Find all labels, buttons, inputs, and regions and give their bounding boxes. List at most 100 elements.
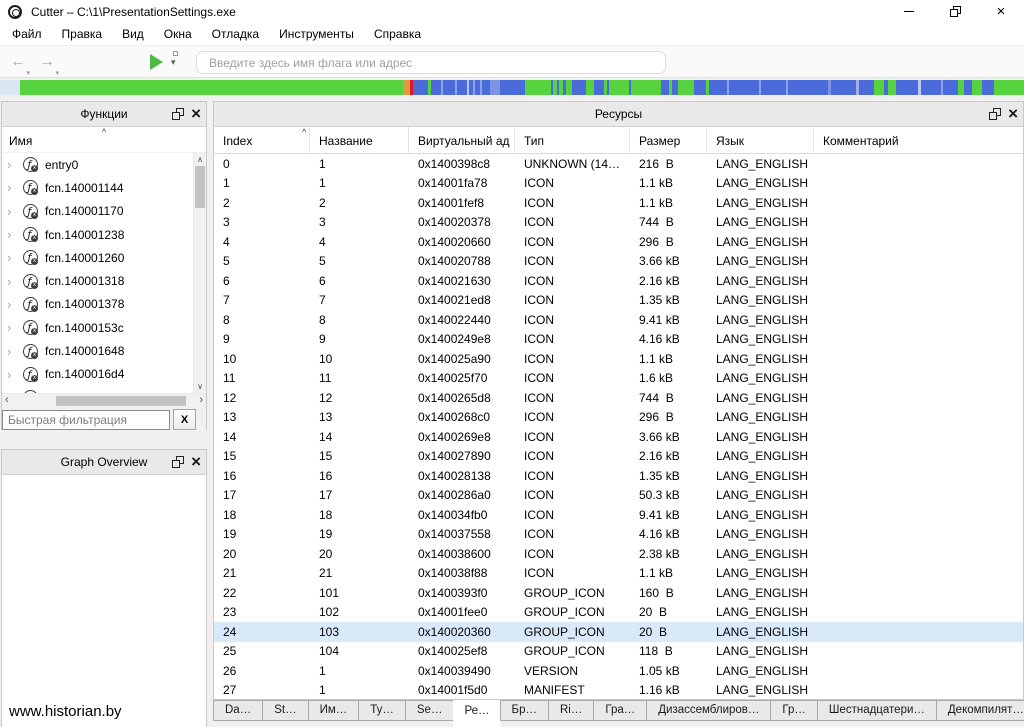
- function-list-item[interactable]: ›ƒxfcn.140001378: [2, 293, 193, 316]
- function-list-item[interactable]: ›ƒxfcn.140001260: [2, 246, 193, 269]
- table-row[interactable]: 2610x140039490VERSION1.05 kBLANG_ENGLISH: [214, 661, 1023, 681]
- column-header-0[interactable]: ^Index: [214, 127, 310, 153]
- table-row[interactable]: 880x140022440ICON9.41 kBLANG_ENGLISH: [214, 310, 1023, 330]
- table-row[interactable]: 231020x14001fee0GROUP_ICON20 BLANG_ENGLI…: [214, 603, 1023, 623]
- menu-item-3[interactable]: Окна: [154, 24, 202, 44]
- scroll-up-icon[interactable]: ∧: [194, 155, 206, 164]
- clear-filter-button[interactable]: X: [173, 409, 196, 430]
- tab-8[interactable]: Гра…: [593, 700, 647, 721]
- tab-6[interactable]: Бр…: [500, 700, 549, 721]
- function-list-item[interactable]: ›ƒxfcn.140001170: [2, 200, 193, 223]
- tab-2[interactable]: Им…: [308, 700, 360, 721]
- table-row[interactable]: 010x1400398c8UNKNOWN (14…216 BLANG_ENGLI…: [214, 154, 1023, 174]
- table-row[interactable]: 221010x1400393f0GROUP_ICON160 BLANG_ENGL…: [214, 583, 1023, 603]
- function-list-item[interactable]: ›ƒxfcn.140001238: [2, 223, 193, 246]
- table-row[interactable]: 770x140021ed8ICON1.35 kBLANG_ENGLISH: [214, 291, 1023, 311]
- float-panel-icon[interactable]: [989, 108, 1001, 120]
- vertical-scroll-thumb[interactable]: [195, 166, 205, 208]
- chevron-right-icon[interactable]: ›: [7, 181, 21, 194]
- close-panel-icon[interactable]: ×: [191, 454, 201, 470]
- functions-name-column-header[interactable]: ^ Имя: [2, 127, 206, 153]
- table-row-selected[interactable]: 241030x140020360GROUP_ICON20 BLANG_ENGLI…: [214, 622, 1023, 642]
- flag-address-search-input[interactable]: [196, 51, 666, 74]
- function-list-item[interactable]: ›ƒxfcn.14000153c: [2, 316, 193, 339]
- float-panel-icon[interactable]: [172, 108, 184, 120]
- chevron-right-icon[interactable]: ›: [7, 158, 21, 171]
- table-row[interactable]: 18180x140034fb0ICON9.41 kBLANG_ENGLISH: [214, 505, 1023, 525]
- table-row[interactable]: 17170x1400286a0ICON50.3 kBLANG_ENGLISH: [214, 486, 1023, 506]
- functions-vertical-scrollbar[interactable]: ∧ ∨: [193, 153, 206, 393]
- forward-button[interactable]: → ▾: [36, 53, 58, 71]
- chevron-right-icon[interactable]: ›: [7, 275, 21, 288]
- close-panel-icon[interactable]: ×: [1008, 106, 1018, 122]
- column-header-6[interactable]: Комментарий: [814, 127, 1023, 153]
- table-row[interactable]: 110x14001fa78ICON1.1 kBLANG_ENGLISH: [214, 174, 1023, 194]
- menu-item-2[interactable]: Вид: [112, 24, 154, 44]
- table-row[interactable]: 440x140020660ICON296 BLANG_ENGLISH: [214, 232, 1023, 252]
- table-row[interactable]: 20200x140038600ICON2.38 kBLANG_ENGLISH: [214, 544, 1023, 564]
- menu-item-4[interactable]: Отладка: [202, 24, 269, 44]
- menu-item-6[interactable]: Справка: [364, 24, 431, 44]
- column-header-5[interactable]: Язык: [707, 127, 814, 153]
- functions-panel-titlebar[interactable]: Функции ×: [2, 102, 206, 127]
- function-list-item[interactable]: ›ƒxfcn.140001144: [2, 176, 193, 199]
- tab-0[interactable]: Da…: [213, 700, 263, 721]
- function-list-item[interactable]: ›ƒxfcn.140001648: [2, 339, 193, 362]
- tab-10[interactable]: Гр…: [770, 700, 817, 721]
- resources-panel-titlebar[interactable]: Ресурсы ×: [214, 102, 1023, 127]
- column-header-3[interactable]: Тип: [515, 127, 630, 153]
- menu-item-0[interactable]: Файл: [2, 24, 52, 44]
- float-panel-icon[interactable]: [172, 456, 184, 468]
- chevron-right-icon[interactable]: ›: [7, 228, 21, 241]
- table-row[interactable]: 14140x1400269e8ICON3.66 kBLANG_ENGLISH: [214, 427, 1023, 447]
- chevron-right-icon[interactable]: ›: [7, 321, 21, 334]
- quick-filter-input[interactable]: [2, 410, 170, 430]
- table-row[interactable]: 10100x140025a90ICON1.1 kBLANG_ENGLISH: [214, 349, 1023, 369]
- chevron-right-icon[interactable]: ›: [7, 345, 21, 358]
- menu-item-1[interactable]: Правка: [52, 24, 113, 44]
- close-panel-icon[interactable]: ×: [191, 106, 201, 122]
- restore-button[interactable]: [932, 0, 978, 23]
- graph-overview-titlebar[interactable]: Graph Overview ×: [2, 450, 206, 475]
- tab-12[interactable]: Декомпилят…: [936, 700, 1024, 721]
- tab-9[interactable]: Дизассемблиров…: [646, 700, 771, 721]
- chevron-right-icon[interactable]: ›: [7, 251, 21, 264]
- back-button[interactable]: ← ▾: [7, 53, 29, 71]
- table-row[interactable]: 990x1400249e8ICON4.16 kBLANG_ENGLISH: [214, 330, 1023, 350]
- debug-dropdown-icon[interactable]: ▾: [171, 57, 176, 68]
- function-list-item[interactable]: ›ƒxfcn.140001948: [2, 386, 193, 393]
- function-list-item[interactable]: ›ƒxfcn.140001318: [2, 269, 193, 292]
- table-row[interactable]: 660x140021630ICON2.16 kBLANG_ENGLISH: [214, 271, 1023, 291]
- table-row[interactable]: 15150x140027890ICON2.16 kBLANG_ENGLISH: [214, 447, 1023, 467]
- window-titlebar[interactable]: Cutter – C:\1\PresentationSettings.exe ×: [0, 0, 1024, 23]
- scroll-down-icon[interactable]: ∨: [194, 382, 206, 391]
- table-row[interactable]: 11110x140025f70ICON1.6 kBLANG_ENGLISH: [214, 369, 1023, 389]
- table-row[interactable]: 16160x140028138ICON1.35 kBLANG_ENGLISH: [214, 466, 1023, 486]
- table-row[interactable]: 19190x140037558ICON4.16 kBLANG_ENGLISH: [214, 525, 1023, 545]
- table-row[interactable]: 550x140020788ICON3.66 kBLANG_ENGLISH: [214, 252, 1023, 272]
- scroll-left-icon[interactable]: ‹: [5, 394, 9, 407]
- function-list-item[interactable]: ›ƒxfcn.1400016d4: [2, 363, 193, 386]
- horizontal-scroll-thumb[interactable]: [56, 396, 186, 406]
- tab-11[interactable]: Шестнадцатери…: [817, 700, 937, 721]
- menu-item-5[interactable]: Инструменты: [269, 24, 364, 44]
- column-header-4[interactable]: Размер: [630, 127, 707, 153]
- table-row[interactable]: 330x140020378ICON744 BLANG_ENGLISH: [214, 213, 1023, 233]
- close-button[interactable]: ×: [978, 0, 1024, 23]
- functions-horizontal-scrollbar[interactable]: ‹ ›: [2, 393, 206, 407]
- table-row[interactable]: 2710x14001f5d0MANIFEST1.16 kBLANG_ENGLIS…: [214, 681, 1023, 700]
- chevron-right-icon[interactable]: ›: [7, 298, 21, 311]
- table-row[interactable]: 251040x140025ef8GROUP_ICON118 BLANG_ENGL…: [214, 642, 1023, 662]
- tab-1[interactable]: St…: [262, 700, 308, 721]
- scroll-right-icon[interactable]: ›: [199, 394, 203, 407]
- table-row[interactable]: 220x14001fef8ICON1.1 kBLANG_ENGLISH: [214, 193, 1023, 213]
- debug-play-button[interactable]: [150, 54, 163, 70]
- chevron-right-icon[interactable]: ›: [7, 205, 21, 218]
- function-list-item[interactable]: ›ƒxentry0: [2, 153, 193, 176]
- column-header-2[interactable]: Виртуальный ад: [409, 127, 515, 153]
- chevron-right-icon[interactable]: ›: [7, 368, 21, 381]
- minimize-button[interactable]: [886, 0, 932, 23]
- table-row[interactable]: 21210x140038f88ICON1.1 kBLANG_ENGLISH: [214, 564, 1023, 584]
- tab-7[interactable]: Ri…: [548, 700, 594, 721]
- seekbar[interactable]: [0, 80, 1024, 95]
